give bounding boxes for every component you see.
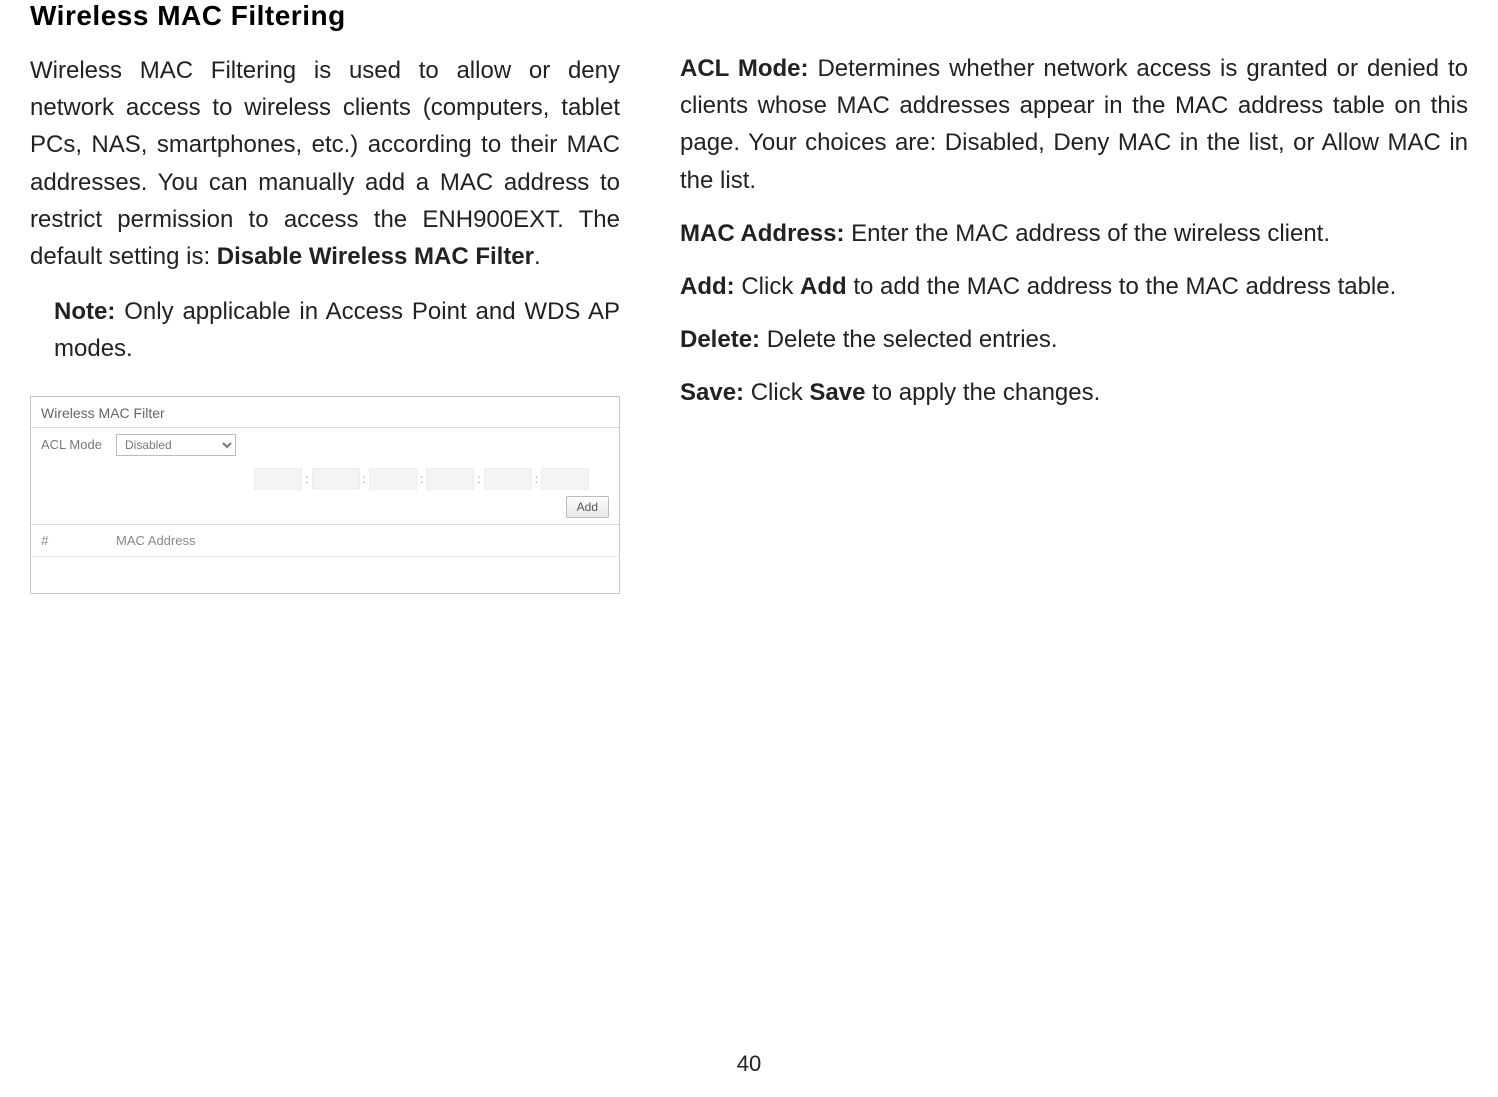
screenshot-panel: Wireless MAC Filter ACL Mode Disabled : — [30, 396, 620, 594]
acl-mode-select[interactable]: Disabled — [116, 434, 236, 456]
mac-octet-6[interactable] — [541, 468, 589, 490]
mac-octet-3[interactable] — [369, 468, 417, 490]
def-add: Add: Click Add to add the MAC address to… — [680, 268, 1468, 305]
def-add-text2: to add the MAC address to the MAC addres… — [847, 273, 1397, 300]
def-add-label: Add: — [680, 273, 735, 300]
def-acl-mode: ACL Mode: Determines whether network acc… — [680, 50, 1468, 199]
acl-mode-label: ACL Mode — [31, 429, 106, 461]
def-acl-mode-label: ACL Mode: — [680, 55, 809, 82]
acl-mode-row: ACL Mode Disabled — [31, 427, 619, 462]
def-add-bold: Add — [800, 273, 847, 300]
colon-4: : — [476, 472, 481, 486]
add-button[interactable]: Add — [566, 496, 609, 518]
mac-table-empty-row — [31, 556, 619, 593]
mac-octet-2[interactable] — [312, 468, 360, 490]
mac-input-group: : : : : : — [116, 468, 609, 490]
colon-3: : — [419, 472, 424, 486]
def-delete-label: Delete: — [680, 326, 760, 353]
note-label: Note: — [54, 298, 124, 325]
page-heading: Wireless MAC Filtering — [30, 0, 620, 32]
def-add-text1: Click — [735, 273, 800, 300]
hash-header: # — [31, 525, 106, 556]
colon-2: : — [362, 472, 367, 486]
def-mac-address-label: MAC Address: — [680, 220, 844, 247]
screenshot-title: Wireless MAC Filter — [31, 397, 619, 427]
colon-1: : — [304, 472, 309, 486]
note-text: Only applicable in Access Point and WDS … — [54, 298, 620, 362]
mac-octet-1[interactable] — [254, 468, 302, 490]
mac-table-header: # MAC Address — [31, 524, 619, 556]
intro-end: . — [534, 243, 541, 270]
intro-paragraph: Wireless MAC Filtering is used to allow … — [30, 52, 620, 275]
def-save-bold: Save — [809, 379, 865, 406]
def-delete-text: Delete the selected entries. — [760, 326, 1058, 353]
mac-octet-4[interactable] — [426, 468, 474, 490]
def-delete: Delete: Delete the selected entries. — [680, 321, 1468, 358]
mac-address-header: MAC Address — [106, 525, 619, 556]
mac-octet-5[interactable] — [484, 468, 532, 490]
def-save-text1: Click — [744, 379, 809, 406]
def-save-text2: to apply the changes. — [865, 379, 1100, 406]
def-mac-address: MAC Address: Enter the MAC address of th… — [680, 215, 1468, 252]
def-mac-address-text: Enter the MAC address of the wireless cl… — [844, 220, 1330, 247]
mac-input-spacer — [31, 485, 106, 501]
intro-text: Wireless MAC Filtering is used to allow … — [30, 57, 620, 270]
mac-input-row: : : : : : Add — [31, 462, 619, 524]
intro-bold: Disable Wireless MAC Filter — [217, 243, 534, 270]
note-block: Note: Only applicable in Access Point an… — [30, 293, 620, 367]
page-number: 40 — [0, 1051, 1498, 1077]
def-save: Save: Click Save to apply the changes. — [680, 374, 1468, 411]
colon-5: : — [534, 472, 539, 486]
def-save-label: Save: — [680, 379, 744, 406]
